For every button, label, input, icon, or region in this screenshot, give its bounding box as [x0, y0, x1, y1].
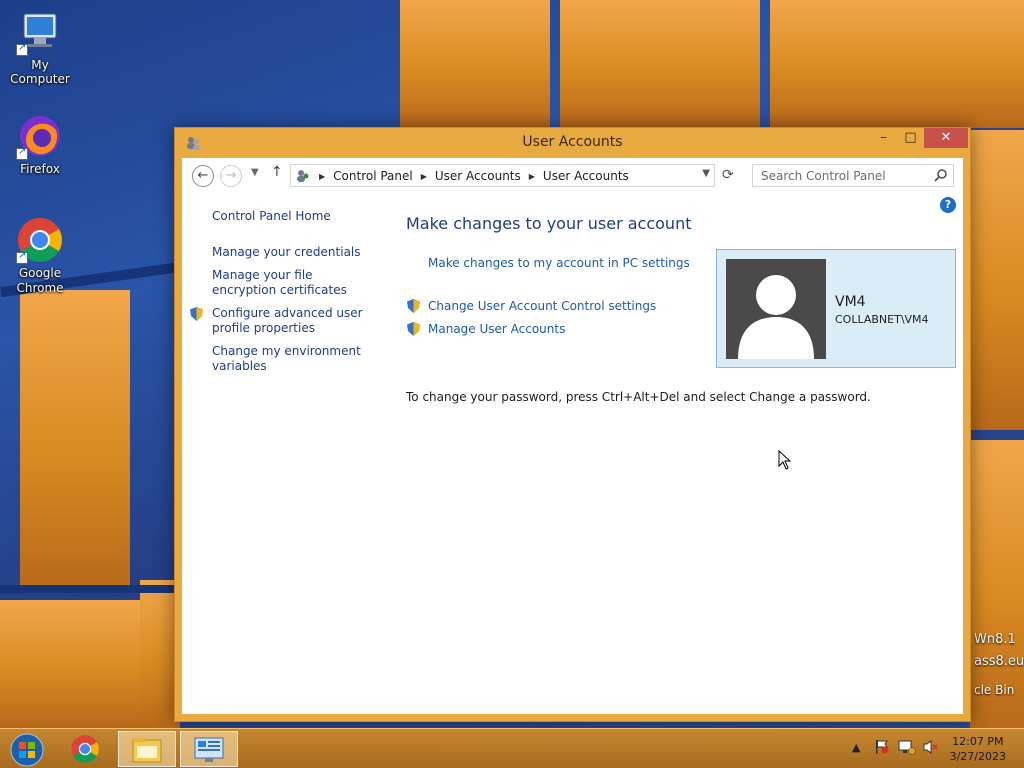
wallpaper-panel [770, 0, 1024, 128]
avatar [726, 259, 826, 359]
user-domain: COLLABNET\VM4 [835, 313, 929, 326]
wallpaper-panel [400, 0, 550, 130]
desktop-icon-label: My Computer [10, 58, 70, 86]
clock-date: 3/27/2023 [949, 750, 1006, 763]
clock-time: 12:07 PM [952, 735, 1004, 748]
wallpaper-panel [560, 0, 760, 128]
breadcrumb-user-accounts-current[interactable]: User Accounts [543, 169, 629, 183]
recent-locations-chevron-icon[interactable]: ▼ [251, 167, 259, 178]
window-title: User Accounts [522, 134, 623, 150]
up-arrow-icon[interactable]: ↑ [271, 164, 283, 180]
pc-settings-link[interactable]: Make changes to my account in PC setting… [428, 256, 690, 270]
control-panel-icon [194, 737, 224, 762]
computer-icon [16, 8, 64, 56]
firefox-icon [16, 112, 64, 160]
breadcrumb-control-panel[interactable]: Control Panel [333, 169, 413, 183]
title-bar[interactable]: User Accounts – □ ✕ [175, 128, 970, 158]
page-title: Make changes to your user account [406, 214, 692, 233]
control-panel-icon [295, 168, 311, 184]
desktop-icon-label: Firefox [20, 162, 60, 176]
maximize-button[interactable]: □ [897, 128, 924, 148]
configure-advanced-profile-link[interactable]: Configure advanced user profile properti… [212, 306, 372, 336]
uac-shield-icon [406, 298, 421, 314]
control-panel-home-link[interactable]: Control Panel Home [212, 209, 372, 224]
change-environment-variables-link[interactable]: Change my environment variables [212, 344, 372, 374]
search-icon[interactable] [934, 168, 948, 182]
edge-desktop-text: ass8.eu [974, 654, 1024, 669]
uac-shield-icon [406, 321, 421, 337]
show-hidden-icons-chevron-icon[interactable]: ▲ [852, 741, 860, 754]
manage-user-accounts-link[interactable]: Manage User Accounts [428, 322, 565, 336]
uac-shield-icon [189, 306, 204, 322]
volume-muted-icon[interactable] [922, 739, 938, 758]
search-input[interactable] [753, 165, 923, 186]
user-name: VM4 [835, 294, 866, 310]
manage-credentials-link[interactable]: Manage your credentials [212, 245, 372, 260]
change-uac-settings-link[interactable]: Change User Account Control settings [428, 299, 656, 313]
user-accounts-window: User Accounts – □ ✕ ← → ▼ ↑ ▶ Control Pan… [174, 127, 971, 722]
wallpaper-panel [20, 290, 130, 590]
address-dropdown-chevron-icon[interactable]: ▼ [702, 168, 710, 179]
edge-desktop-text: Wn8.1 [974, 632, 1016, 647]
close-button[interactable]: ✕ [924, 128, 968, 148]
chrome-icon [71, 735, 99, 763]
search-box[interactable] [752, 164, 954, 187]
forward-arrow-icon[interactable]: → [220, 165, 242, 187]
taskbar-control-panel-button[interactable] [180, 731, 238, 767]
refresh-icon[interactable]: ⟳ [722, 167, 734, 183]
mouse-cursor-icon [778, 449, 792, 473]
breadcrumb-user-accounts[interactable]: User Accounts [435, 169, 521, 183]
start-button[interactable] [0, 731, 54, 767]
wallpaper-panel [970, 130, 1024, 430]
chrome-icon [16, 216, 64, 264]
address-bar[interactable]: ▶ Control Panel ▶ User Accounts ▶ User Accoun… [290, 164, 715, 187]
desktop-icon-my-computer[interactable]: My Computer [0, 8, 80, 86]
breadcrumb-separator-icon[interactable]: ▶ [529, 172, 535, 181]
desktop-icon-label: Google Chrome [16, 266, 64, 295]
taskbar: ▲ 12:07 PM 3/27/2023 [0, 728, 1024, 768]
system-clock[interactable]: 12:07 PM 3/27/2023 [950, 734, 1006, 764]
user-card: VM4 COLLABNET\VM4 [716, 249, 956, 368]
desktop-icon-firefox[interactable]: Firefox [0, 112, 80, 176]
taskbar-file-explorer-button[interactable] [118, 731, 176, 767]
manage-file-encryption-link[interactable]: Manage your file encryption certificates [212, 268, 372, 298]
recycle-bin-label[interactable]: cle Bin [974, 683, 1014, 697]
window-content: ← → ▼ ↑ ▶ Control Panel ▶ User Accounts ▶ Use… [182, 158, 963, 714]
taskbar-chrome-button[interactable] [56, 731, 114, 767]
breadcrumb: ▶ Control Panel ▶ User Accounts ▶ User Accoun… [319, 169, 629, 183]
folder-icon [132, 738, 162, 763]
minimize-button[interactable]: – [870, 128, 897, 148]
help-icon[interactable]: ? [940, 197, 956, 213]
network-icon[interactable] [898, 739, 916, 758]
wallpaper-panel [0, 600, 150, 728]
desktop-icon-chrome[interactable]: Google Chrome [0, 216, 80, 296]
wallpaper-line [0, 585, 175, 593]
navigation-bar: ← → ▼ ↑ ▶ Control Panel ▶ User Accounts ▶ Use… [182, 158, 963, 194]
back-arrow-icon[interactable]: ← [192, 165, 214, 187]
password-hint-text: To change your password, press Ctrl+Alt+… [406, 390, 871, 404]
breadcrumb-separator-icon[interactable]: ▶ [421, 172, 427, 181]
action-center-flag-icon[interactable] [874, 739, 890, 758]
breadcrumb-separator-icon[interactable]: ▶ [319, 172, 325, 181]
